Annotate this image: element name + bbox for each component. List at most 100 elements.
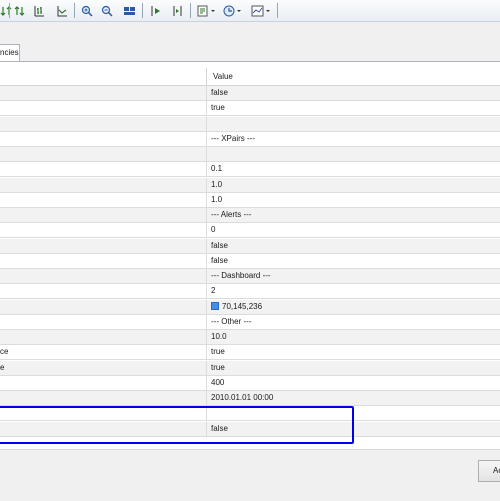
value-cell[interactable]: false [211,422,228,436]
variable-cell[interactable] [0,253,207,268]
value-text: --- Alerts --- [211,210,252,219]
table-row[interactable] [0,147,500,163]
value-text: false [211,88,228,97]
variable-cell[interactable] [0,269,207,284]
value-text: 400 [211,377,225,387]
variable-cell[interactable] [0,299,207,314]
variable-cell[interactable] [0,162,207,177]
table-row[interactable]: 1.0 [0,192,500,208]
grid-header: Value [0,68,500,86]
zoom-out-icon[interactable] [99,3,114,18]
autoscroll-icon[interactable] [148,3,163,18]
table-row[interactable] [0,116,500,132]
panel-background [0,22,500,40]
variable-cell[interactable] [0,330,207,345]
variable-cell[interactable] [0,192,207,207]
variable-cell[interactable] [0,116,207,131]
variable-cell[interactable]: ce [0,345,207,360]
toolbar-separator [277,3,278,18]
table-row[interactable]: false [0,253,500,269]
value-text: --- Other --- [211,316,252,326]
variable-cell[interactable] [0,314,207,329]
toolbar-separator [74,3,75,18]
toolbar-separator [190,3,191,18]
value-cell[interactable]: --- XPairs --- [211,132,255,146]
table-row[interactable]: ce true [0,345,500,361]
tab-currencies[interactable]: ncies [0,44,20,61]
templates-icon[interactable] [251,3,273,18]
value-text: 2010.01.01 00:00 [211,393,274,402]
table-row[interactable]: 1.0 [0,177,500,193]
dialog-footer: Ac [0,449,500,501]
variable-cell[interactable] [0,177,207,192]
table-row[interactable]: --- Dashboard --- [0,269,500,285]
sort-icon[interactable] [12,3,27,18]
variable-cell[interactable] [0,86,207,101]
variable-cell[interactable]: e [0,360,207,375]
table-row[interactable]: e true [0,360,500,376]
value-text: 70,145,236 [222,301,263,311]
indicators-icon[interactable] [196,3,218,18]
header-value-label[interactable]: Value [213,68,233,85]
value-cell[interactable]: true [211,361,225,375]
toolbar [0,0,500,22]
table-row[interactable]: 10.0 [0,330,500,346]
variable-cell[interactable] [0,406,207,421]
table-row[interactable]: --- XPairs --- [0,131,500,147]
table-row[interactable]: 70,145,236 [0,299,500,315]
table-row[interactable] [0,406,500,422]
table-row[interactable]: --- Alerts --- [0,208,500,224]
value-cell[interactable]: --- Dashboard --- [211,269,271,283]
line-chart-icon[interactable] [54,3,69,18]
table-row[interactable]: false [0,86,500,102]
header-variable-column[interactable] [0,68,207,85]
value-cell[interactable]: 2010.01.01 00:00 [211,391,273,405]
table-row[interactable]: 400 [0,375,500,391]
value-text: 0.1 [211,164,223,174]
table-row[interactable]: 2 [0,284,500,300]
value-cell[interactable]: 400 [211,376,224,390]
variable-cell[interactable] [0,208,207,223]
variable-cell[interactable] [0,421,207,436]
value-cell[interactable]: false [211,86,228,100]
table-row[interactable]: --- Other --- [0,314,500,330]
variable-cell[interactable] [0,147,207,162]
table-row[interactable]: 0.1 [0,162,500,178]
bar-chart-icon[interactable] [31,3,46,18]
variable-cell[interactable] [0,238,207,253]
value-text: 1.0 [211,194,223,204]
value-cell[interactable]: --- Other --- [211,315,251,329]
toolbar-separator [9,3,10,18]
apply-button[interactable]: Ac [478,460,500,482]
variable-cell[interactable] [0,131,207,146]
table-row[interactable]: false [0,238,500,254]
color-swatch [211,301,219,310]
value-cell[interactable]: 0 [211,223,215,237]
value-cell[interactable]: false [211,239,228,253]
value-cell[interactable]: --- Alerts --- [211,208,251,222]
table-row[interactable]: 2010.01.01 00:00 [0,391,500,407]
variable-cell[interactable] [0,101,207,116]
value-text: --- Dashboard --- [211,271,271,280]
table-row[interactable]: false [0,421,500,437]
chart-shift-icon[interactable] [170,3,185,18]
value-cell[interactable]: 1.0 [211,178,222,192]
value-text: false [211,255,228,265]
variable-cell[interactable] [0,284,207,299]
tile-windows-icon[interactable] [122,3,137,18]
variable-cell[interactable] [0,223,207,238]
table-row[interactable]: true [0,101,500,117]
value-cell[interactable]: true [211,101,225,115]
value-cell[interactable]: true [211,345,225,359]
variable-cell[interactable] [0,375,207,390]
value-cell[interactable]: 1.0 [211,193,222,207]
variable-cell[interactable] [0,391,207,406]
timeframes-icon[interactable] [222,3,244,18]
value-cell[interactable]: 0.1 [211,162,222,176]
value-cell[interactable]: false [211,254,228,268]
zoom-in-icon[interactable] [79,3,94,18]
value-cell[interactable]: 10.0 [211,330,227,344]
value-cell[interactable]: 70,145,236 [211,300,262,314]
table-row[interactable]: 0 [0,223,500,239]
value-cell[interactable]: 2 [211,284,215,298]
